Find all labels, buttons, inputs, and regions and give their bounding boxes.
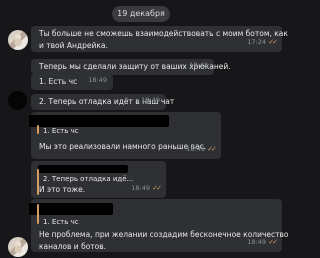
date-separator: 19 декабря xyxy=(112,6,170,22)
message-text: Теперь мы сделали защиту от ваших хрюкан… xyxy=(39,62,231,71)
message-time: 18:49 xyxy=(186,145,205,153)
sender-avatar[interactable] xyxy=(8,91,27,110)
message-time: 18:48 xyxy=(189,61,208,69)
message-bubble[interactable]: 1. Есть чс Мы это реализовали намного ра… xyxy=(29,112,221,159)
sender-avatar[interactable] xyxy=(8,30,28,50)
message-text-line: и твой Андрейка. xyxy=(39,41,108,50)
message-text-line: каналов и ботов. xyxy=(39,242,107,251)
message-time: 18:49 xyxy=(88,76,107,84)
redacted-sender-name xyxy=(38,165,128,173)
message-bubble[interactable]: 1. Есть чс Не проблема, при желании созд… xyxy=(29,199,289,252)
message-time: 18:49 xyxy=(247,238,266,246)
chat-view: 19 декабря Ты больше не сможешь взаимоде… xyxy=(0,0,300,258)
sender-avatar[interactable] xyxy=(8,237,28,257)
reply-quote-text: 1. Есть чс xyxy=(43,218,79,226)
message-bubble[interactable]: Теперь мы сделали защиту от ваших хрюкан… xyxy=(31,59,231,75)
message-time: 17:24 xyxy=(247,38,266,46)
double-check-icon: ✓✓ xyxy=(268,238,278,246)
double-check-icon: ✓✓ xyxy=(152,184,162,192)
message-text-line: Не проблема, при желании создадим бескон… xyxy=(39,230,289,239)
message-bubble[interactable]: 1. Есть чс 18:49 xyxy=(31,74,113,90)
message-text-line: Ты больше не сможешь взаимодействовать с… xyxy=(39,29,288,38)
reply-quote-bar xyxy=(37,204,39,224)
double-check-icon: ✓✓ xyxy=(207,145,217,153)
message-time: 18:49 xyxy=(141,96,160,104)
reply-quote-text: 1. Есть чс xyxy=(43,127,79,135)
double-check-icon: ✓✓ xyxy=(268,38,278,46)
reply-quote-bar xyxy=(37,125,39,134)
message-time: 18:49 xyxy=(131,184,150,192)
message-bubble[interactable]: 2. Теперь отладка идё... И это тоже. 18:… xyxy=(31,161,166,198)
redacted-sender-name xyxy=(29,203,113,215)
message-bubble[interactable]: 2. Теперь отладка идёт в наш чат 18:49 xyxy=(31,94,175,110)
message-text: 2. Теперь отладка идёт в наш чат xyxy=(39,97,175,106)
message-bubble[interactable]: Ты больше не сможешь взаимодействовать с… xyxy=(31,26,288,52)
